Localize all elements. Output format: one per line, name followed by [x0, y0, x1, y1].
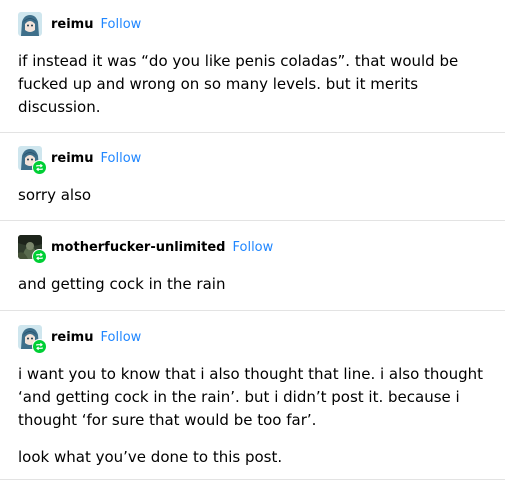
reblog-arrows-icon: [32, 249, 47, 264]
post-body: i want you to know that i also thought t…: [0, 363, 505, 469]
avatar[interactable]: [18, 235, 47, 264]
avatar[interactable]: [18, 12, 42, 36]
post-header: reimu Follow: [0, 146, 505, 175]
post-header: reimu Follow: [0, 325, 505, 354]
username[interactable]: reimu: [51, 17, 94, 32]
post-body: and getting cock in the rain: [0, 273, 505, 296]
post-paragraph: sorry also: [18, 186, 92, 204]
post: reimu Follow i want you to know that i a…: [0, 311, 505, 480]
post-body: if instead it was “do you like penis col…: [0, 50, 505, 119]
post-paragraph: if instead it was “do you like penis col…: [18, 52, 459, 116]
username[interactable]: motherfucker-unlimited: [51, 240, 225, 255]
post: reimu Follow if instead it was “do you l…: [0, 0, 505, 133]
reblog-arrows-icon: [32, 160, 47, 175]
avatar[interactable]: [18, 325, 47, 354]
post-header: reimu Follow: [0, 12, 505, 36]
post-body: sorry also: [0, 184, 505, 207]
follow-button[interactable]: Follow: [101, 151, 142, 166]
username[interactable]: reimu: [51, 330, 94, 345]
follow-button[interactable]: Follow: [232, 240, 273, 255]
post-paragraph: look what you’ve done to this post.: [18, 448, 283, 466]
post: reimu Follow sorry also: [0, 133, 505, 221]
anime-avatar-icon: [18, 12, 42, 36]
post-paragraph: i want you to know that i also thought t…: [18, 365, 484, 429]
reblog-arrows-icon: [32, 339, 47, 354]
follow-button[interactable]: Follow: [101, 17, 142, 32]
avatar[interactable]: [18, 146, 47, 175]
post-header: motherfucker-unlimited Follow: [0, 235, 505, 264]
follow-button[interactable]: Follow: [101, 330, 142, 345]
post-paragraph: and getting cock in the rain: [18, 275, 226, 293]
username[interactable]: reimu: [51, 151, 94, 166]
post: motherfucker-unlimited Follow and gettin…: [0, 221, 505, 311]
